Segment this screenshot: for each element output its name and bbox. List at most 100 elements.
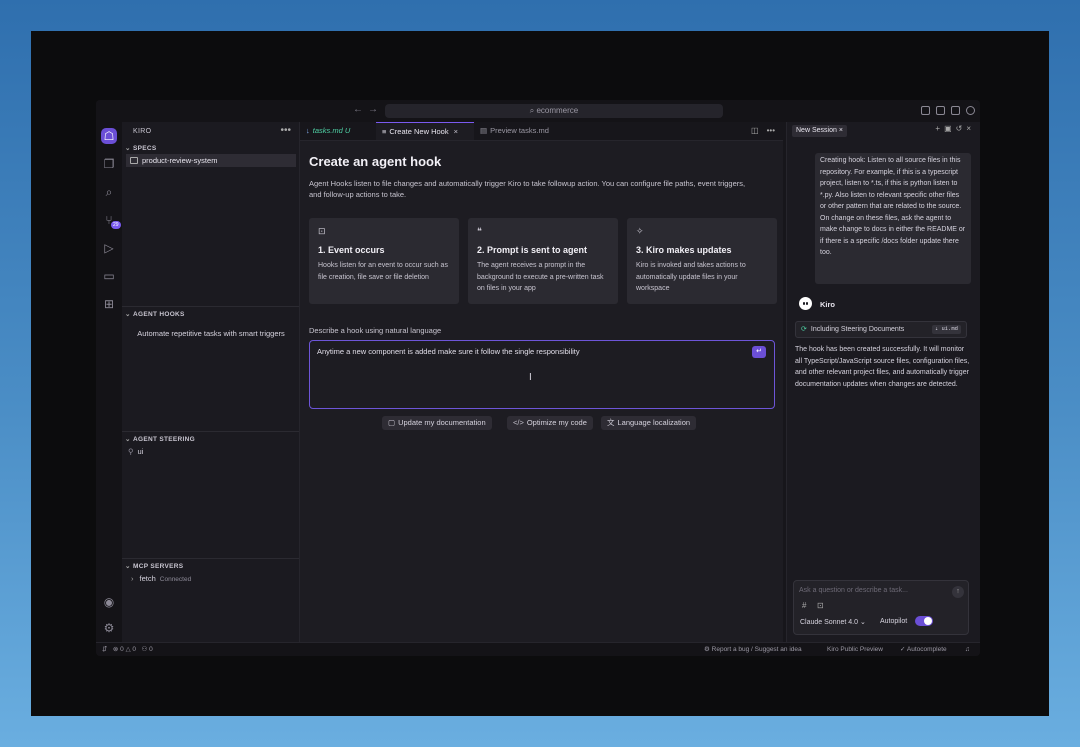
agent-hooks-section-header[interactable]: ⌄ AGENT HOOKS — [125, 310, 185, 318]
chevron-down-icon: ⌄ — [859, 619, 866, 626]
activity-bar: ☖ ❐ ⌕ ⑂ 29 ▷ ▭ ⊞ ◉ ⚙ — [96, 122, 122, 642]
code-icon: </> — [513, 418, 524, 427]
spec-item-product-review-system[interactable]: product-review-system — [126, 154, 296, 167]
more-actions-icon[interactable]: ••• — [767, 126, 775, 135]
form-icon: ≡ — [382, 127, 387, 136]
settings-gear-icon[interactable]: ⚙ — [101, 620, 117, 636]
assistant-message: The hook has been created successfully. … — [795, 346, 970, 388]
spec-file-icon — [130, 157, 138, 164]
enter-icon: ↵ — [756, 348, 762, 355]
tab-create-new-hook[interactable]: ≡ Create New Hook × — [376, 122, 474, 140]
notifications-bell-icon[interactable]: ♫ — [965, 643, 970, 656]
layout-toggle-icon[interactable] — [921, 106, 930, 115]
suggestion-label: Optimize my code — [526, 418, 587, 427]
steering-label: Including Steering Documents — [810, 326, 905, 333]
steering-file-chip[interactable]: ⇣ ui.md — [931, 325, 961, 334]
autopilot-label: Autopilot — [880, 618, 908, 625]
specs-section-header[interactable]: ⌄ SPECS — [125, 144, 157, 152]
search-icon[interactable]: ⌕ — [101, 184, 117, 200]
ports-count: 0 — [149, 646, 153, 653]
card-title: 2. Prompt is sent to agent — [477, 245, 588, 255]
plus-icon[interactable]: + — [935, 124, 944, 133]
send-arrow-icon[interactable]: ↑ — [952, 586, 964, 598]
card-text: The agent receives a prompt in the backg… — [477, 262, 604, 292]
autocomplete-label: Autocomplete — [906, 646, 947, 653]
card-title: 1. Event occurs — [318, 245, 385, 255]
card-title: 3. Kiro makes updates — [636, 245, 732, 255]
mcp-servers-title: MCP SERVERS — [133, 563, 184, 570]
steering-documents-pill[interactable]: ⟳ Including Steering Documents ⇣ ui.md — [795, 321, 967, 338]
assistant-name: Kiro — [820, 300, 835, 309]
split-editor-icon[interactable]: ◫ — [751, 126, 759, 135]
chevron-down-icon: ⌄ — [125, 436, 131, 443]
context-hash-icon[interactable]: # — [802, 601, 806, 610]
panel-toggle-icon[interactable] — [951, 106, 960, 115]
more-actions-icon[interactable]: ••• — [280, 125, 291, 136]
step-card-prompt: ❝ 2. Prompt is sent to agent The agent r… — [468, 218, 618, 304]
suggestion-optimize-code-button[interactable]: </> Optimize my code — [507, 416, 593, 430]
explorer-icon[interactable]: ❐ — [101, 156, 117, 172]
problems-indicator[interactable]: ⊗ 0 △ 0 — [113, 646, 136, 653]
chat-session-tab[interactable]: New Session × — [792, 125, 847, 137]
mcp-server-fetch[interactable]: › fetch Connected — [131, 574, 191, 583]
close-icon[interactable]: × — [839, 127, 843, 134]
quote-icon: ❝ — [477, 226, 482, 236]
source-control-icon[interactable]: ⑂ 29 — [101, 212, 121, 229]
chat-input[interactable]: Ask a question or describe a task... — [799, 587, 908, 594]
file-watch-icon: ⊡ — [318, 226, 326, 236]
sidebar-toggle-icon[interactable] — [936, 106, 945, 115]
chat-input-box: Ask a question or describe a task... ↑ #… — [793, 580, 969, 635]
submit-hook-button[interactable]: ↵ — [752, 346, 766, 358]
mcp-servers-section-header[interactable]: ⌄ MCP SERVERS — [125, 562, 183, 570]
model-selector[interactable]: Claude Sonnet 4.0 ⌄ — [800, 618, 866, 626]
tab-tasks-md[interactable]: ↓ tasks.md U — [300, 122, 376, 140]
report-bug-link[interactable]: ⚙ Report a bug / Suggest an idea — [704, 643, 802, 656]
chat-toggle-icon[interactable] — [966, 106, 975, 115]
hook-description-input[interactable]: Anytime a new component is added make su… — [309, 340, 775, 409]
agent-hooks-title: AGENT HOOKS — [133, 311, 185, 318]
card-text: Kiro is invoked and takes actions to aut… — [636, 262, 746, 292]
autocomplete-status[interactable]: ✓ Autocomplete — [900, 643, 947, 656]
hook-description-label: Describe a hook using natural language — [309, 326, 442, 335]
preview-label[interactable]: Kiro Public Preview — [827, 643, 883, 656]
status-bar: ⇵ ⊗ 0 △ 0 ⚇ 0 ⚙ Report a bug / Suggest a… — [96, 642, 980, 656]
history-icon[interactable]: ↺ — [956, 124, 967, 133]
ports-indicator[interactable]: ⚇ 0 — [141, 646, 152, 653]
extensions-icon[interactable]: ⊞ — [101, 296, 117, 312]
image-attach-icon[interactable]: ⊡ — [817, 601, 824, 610]
kiro-ghost-icon[interactable]: ☖ — [101, 128, 117, 144]
text-cursor-icon: I — [529, 372, 532, 383]
autopilot-toggle[interactable] — [915, 616, 933, 626]
tab-close-icon[interactable]: × — [454, 127, 458, 136]
doc-icon: ▢ — [388, 418, 396, 427]
tab-preview-tasks-md[interactable]: ▤ Preview tasks.md — [474, 122, 564, 140]
step-card-updates: ✧ 3. Kiro makes updates Kiro is invoked … — [627, 218, 777, 304]
run-debug-icon[interactable]: ▷ — [101, 240, 117, 256]
account-icon[interactable]: ◉ — [101, 594, 117, 610]
close-panel-icon[interactable]: × — [966, 124, 975, 133]
workspace-name: ecommerce — [536, 106, 579, 115]
suggestion-localization-button[interactable]: 文 Language localization — [601, 416, 697, 430]
suggestion-label: Update my documentation — [398, 418, 486, 427]
page-title: Create an agent hook — [309, 154, 442, 169]
report-label: Report a bug / Suggest an idea — [711, 646, 802, 653]
agent-steering-section-header[interactable]: ⌄ AGENT STEERING — [125, 435, 195, 443]
error-count: 0 — [120, 646, 124, 653]
steering-item-label: ui — [137, 447, 144, 456]
mcp-server-status: Connected — [159, 576, 192, 583]
card-text: Hooks listen for an event to occur such … — [318, 262, 448, 281]
mcp-server-label: fetch — [139, 574, 156, 583]
back-arrow-icon[interactable]: ← — [353, 104, 363, 115]
forward-arrow-icon[interactable]: → — [368, 104, 378, 115]
remote-explorer-icon[interactable]: ▭ — [101, 268, 117, 284]
steering-item-ui[interactable]: ⚲ ui — [128, 447, 143, 456]
chat-actions: +▣↺× — [935, 124, 975, 133]
command-search[interactable]: ⌕ ecommerce — [385, 104, 723, 118]
remote-icon[interactable]: ⇵ — [102, 646, 107, 653]
status-left: ⇵ ⊗ 0 △ 0 ⚇ 0 — [102, 643, 153, 656]
suggestion-update-docs-button[interactable]: ▢ Update my documentation — [382, 416, 492, 430]
chevron-down-icon: ⌄ — [125, 311, 131, 318]
chevron-right-icon: › — [131, 574, 134, 583]
preview-icon: ▤ — [480, 126, 488, 135]
chat-window-icon[interactable]: ▣ — [944, 124, 956, 133]
